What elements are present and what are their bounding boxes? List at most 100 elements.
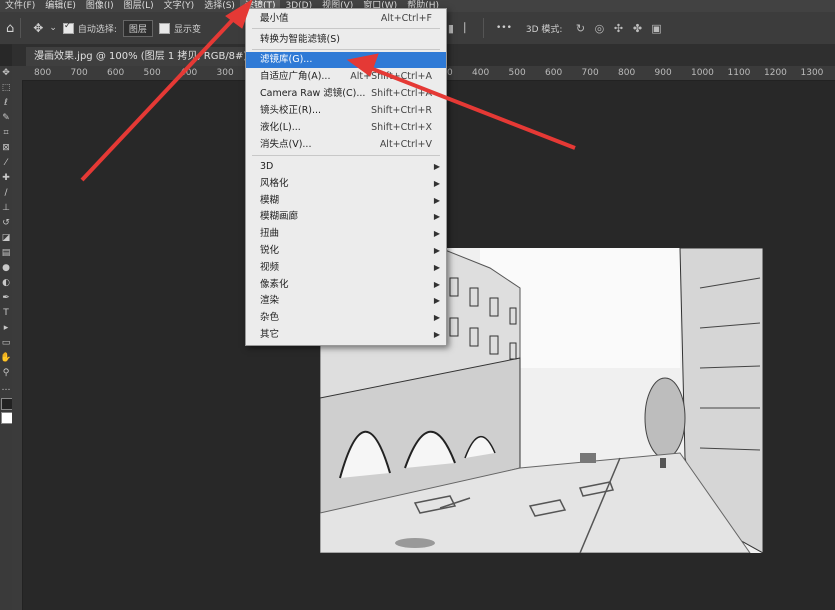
menu-item-filter-gallery[interactable]: 滤镜库(G)... <box>246 52 446 68</box>
menu-item-filter-sharpen[interactable]: 锐化 ▶ <box>246 243 446 259</box>
3d-slide-icon[interactable]: ✤ <box>630 22 644 35</box>
more-options-icon[interactable]: ••• <box>496 23 512 33</box>
menu-item-label: 像素化 <box>260 279 289 290</box>
ruler-tick-label: 1100 <box>727 68 751 78</box>
menu-item-filter-3d[interactable]: 3D ▶ <box>246 159 446 175</box>
crop-icon[interactable]: ⌗ <box>0 126 12 141</box>
menu-file[interactable]: 文件(F) <box>0 0 40 12</box>
move-tool-icon[interactable]: ✥ <box>33 21 43 35</box>
eyedropper-icon[interactable]: ⁄ <box>0 156 12 171</box>
healing-icon[interactable]: ✚ <box>0 171 12 186</box>
3d-rotate-icon[interactable]: ↻ <box>573 22 587 35</box>
menu-item-filter-video[interactable]: 视频 ▶ <box>246 260 446 276</box>
menu-item-filter-other[interactable]: 其它 ▶ <box>246 327 446 343</box>
divider <box>20 18 22 38</box>
3d-drag-icon[interactable]: ✣ <box>611 22 625 35</box>
menu-item-filter-adaptive-wide-angle[interactable]: 自适应广角(A)... Alt+Shift+Ctrl+A <box>246 69 446 85</box>
menu-item-label: 风格化 <box>260 178 289 189</box>
menu-item-shortcut: Shift+Ctrl+A <box>371 88 432 99</box>
menu-item-shortcut: Shift+Ctrl+R <box>370 105 432 116</box>
zoom-icon[interactable]: ⚲ <box>0 366 12 381</box>
hand-icon[interactable]: ✋ <box>0 351 12 366</box>
show-transform-checkbox[interactable]: 显示变 <box>158 22 201 35</box>
chevron-down-icon[interactable]: ⌄ <box>49 23 57 33</box>
menu-item-shortcut: Shift+Ctrl+X <box>371 122 432 133</box>
ruler-tick-label: 800 <box>618 68 636 78</box>
menu-item-label: 滤镜库(G)... <box>260 54 313 65</box>
menu-item-label: 模糊画廊 <box>260 211 299 222</box>
ruler-tick-label: 400 <box>180 68 198 78</box>
submenu-arrow-icon: ▶ <box>433 162 440 171</box>
ruler-tick-label: 800 <box>34 68 52 78</box>
menu-select[interactable]: 选择(S) <box>199 0 240 12</box>
pen-icon[interactable]: ✒ <box>0 291 12 306</box>
submenu-arrow-icon: ▶ <box>433 229 440 238</box>
menu-item-filter-distort[interactable]: 扭曲 ▶ <box>246 226 446 242</box>
auto-select-checkbox[interactable]: 自动选择: <box>62 21 117 35</box>
menu-item-label: 消失点(V)... <box>260 139 312 150</box>
menu-separator <box>252 49 440 50</box>
menu-item-filter-minimum[interactable]: 最小值 Alt+Ctrl+F <box>246 11 446 27</box>
path-select-icon[interactable]: ▸ <box>0 321 12 336</box>
menu-item-label: 视频 <box>260 262 280 273</box>
menu-layer[interactable]: 图层(L) <box>119 0 159 12</box>
submenu-arrow-icon: ▶ <box>433 246 440 255</box>
ruler-tick-label: 300 <box>216 68 234 78</box>
menu-item-label: Camera Raw 滤镜(C)... <box>260 88 366 99</box>
ruler-tick-label: 1000 <box>691 68 714 78</box>
menu-item-filter-blur-gallery[interactable]: 模糊画廊 ▶ <box>246 209 446 225</box>
submenu-arrow-icon: ▶ <box>433 280 440 289</box>
marquee-icon[interactable]: ⬚ <box>0 81 12 96</box>
menu-item-filter-render[interactable]: 渲染 ▶ <box>246 293 446 309</box>
menu-type[interactable]: 文字(Y) <box>159 0 200 12</box>
menu-item-filter-stylize[interactable]: 风格化 ▶ <box>246 176 446 192</box>
auto-select-label: 自动选择: <box>77 24 117 35</box>
submenu-arrow-icon: ▶ <box>433 263 440 272</box>
menu-item-shortcut: Alt+Shift+Ctrl+A <box>350 71 432 82</box>
menu-item-filter-blur[interactable]: 模糊 ▶ <box>246 193 446 209</box>
filter-menu: 最小值 Alt+Ctrl+F 转换为智能滤镜(S) 滤镜库(G)... 自适应广角(A)… <box>245 8 447 346</box>
menu-item-filter-convert-smart[interactable]: 转换为智能滤镜(S) <box>246 32 446 48</box>
quick-select-icon[interactable]: ✎ <box>0 111 12 126</box>
3d-icons: ↻ ◎ ✣ ✤ ▣ <box>568 22 663 35</box>
ruler-tick-label: 900 <box>654 68 672 78</box>
brush-icon[interactable]: / <box>0 186 12 201</box>
submenu-arrow-icon: ▶ <box>433 296 440 305</box>
home-icon[interactable]: ⌂ <box>6 21 14 36</box>
stamp-icon[interactable]: ⊥ <box>0 201 12 216</box>
divider <box>482 18 484 38</box>
ruler-vertical[interactable] <box>12 80 23 610</box>
menu-item-label: 自适应广角(A)... <box>260 71 331 82</box>
gradient-icon[interactable]: ▤ <box>0 246 12 261</box>
menu-item-filter-liquify[interactable]: 液化(L)... Shift+Ctrl+X <box>246 120 446 136</box>
menu-item-filter-camera-raw[interactable]: Camera Raw 滤镜(C)... Shift+Ctrl+A <box>246 86 446 102</box>
menu-item-filter-vanishing-point[interactable]: 消失点(V)... Alt+Ctrl+V <box>246 137 446 153</box>
blur-icon[interactable]: ● <box>0 261 12 276</box>
eraser-icon[interactable]: ◪ <box>0 231 12 246</box>
menu-item-filter-lens-correction[interactable]: 镜头校正(R)... Shift+Ctrl+R <box>246 103 446 119</box>
target-dropdown-value[interactable]: 图层 <box>122 19 153 37</box>
ruler-tick-label: 600 <box>545 68 563 78</box>
align-right-icon[interactable]: ⎸ <box>463 21 477 35</box>
lasso-icon[interactable]: ℓ <box>0 96 12 111</box>
ruler-tick-label: 700 <box>70 68 88 78</box>
dodge-icon[interactable]: ◐ <box>0 276 12 291</box>
checkbox-icon[interactable] <box>158 22 170 34</box>
move-icon[interactable]: ✥ <box>0 66 12 81</box>
more-icon[interactable]: … <box>0 381 12 396</box>
shape-icon[interactable]: ▭ <box>0 336 12 351</box>
ruler-tick-label: 500 <box>143 68 161 78</box>
menu-item-filter-pixelate[interactable]: 像素化 ▶ <box>246 277 446 293</box>
menu-item-filter-noise[interactable]: 杂色 ▶ <box>246 310 446 326</box>
checkbox-icon[interactable] <box>62 21 74 34</box>
history-brush-icon[interactable]: ↺ <box>0 216 12 231</box>
frame-icon[interactable]: ⊠ <box>0 141 12 156</box>
menu-image[interactable]: 图像(I) <box>81 0 119 12</box>
3d-roll-icon[interactable]: ◎ <box>592 22 606 35</box>
type-icon[interactable]: T <box>0 306 12 321</box>
menu-item-label: 镜头校正(R)... <box>260 105 322 116</box>
target-dropdown[interactable]: 图层 <box>122 19 153 37</box>
ruler-tick-label: 700 <box>581 68 599 78</box>
3d-scale-icon[interactable]: ▣ <box>649 22 663 35</box>
menu-edit[interactable]: 编辑(E) <box>40 0 81 12</box>
